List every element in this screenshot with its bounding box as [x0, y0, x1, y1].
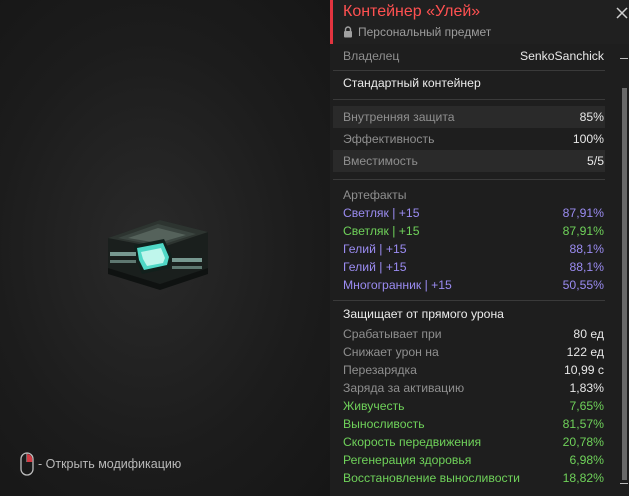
stat-label: Вместимость: [343, 154, 418, 168]
artifact-name: Светляк | +15: [343, 224, 420, 238]
bonus-label: Регенерация здоровья: [343, 453, 472, 467]
scrollbar-thumb[interactable]: [622, 88, 627, 480]
bonus-row: Скорость передвижения 20,78%: [333, 433, 605, 451]
protection-label: Срабатывает при: [343, 327, 442, 341]
artifact-row: Многогранник | +15 50,55%: [333, 276, 605, 294]
artifact-value: 88,1%: [569, 242, 604, 256]
item-title: Контейнер «Улей»: [343, 3, 481, 20]
scrollbar[interactable]: [619, 44, 629, 496]
bonus-value: 6,98%: [569, 453, 604, 467]
protection-row: Заряда за активацию 1,83%: [333, 379, 605, 397]
artifact-row: Гелий | +15 88,1%: [333, 240, 605, 258]
protection-value: 1,83%: [569, 381, 604, 395]
lock-icon: [344, 26, 352, 38]
container-model-icon: [108, 220, 208, 290]
artifact-value: 87,91%: [562, 224, 604, 238]
protection-label: Снижает урон на: [343, 345, 439, 359]
item-details-scroll[interactable]: Владелец SenkoSanchick Стандартный конте…: [333, 44, 605, 496]
rarity-accent-bar: [330, 0, 333, 44]
stat-row: Эффективность 100%: [333, 128, 605, 150]
stat-value: 5/5: [587, 154, 604, 168]
open-modification-hint: - Открыть модификацию: [20, 452, 181, 476]
stat-row: Вместимость 5/5: [333, 150, 605, 172]
protection-label: Перезарядка: [343, 363, 417, 377]
bonus-row: Восстановление выносливости 18,82%: [333, 469, 605, 487]
protection-value: 122 ед: [566, 345, 604, 359]
bonus-row: Выносливость 81,57%: [333, 415, 605, 433]
owner-label: Владелец: [343, 49, 400, 63]
protection-value: 10,99 с: [564, 363, 604, 377]
artifact-row: Светляк | +15 87,91%: [333, 222, 605, 240]
protection-row: Срабатывает при 80 ед: [333, 325, 605, 343]
item-subtitle: Персональный предмет: [343, 25, 491, 39]
item-preview-viewport: - Открыть модификацию: [0, 0, 330, 496]
stat-label: Внутренняя защита: [343, 110, 455, 124]
item-info-panel: Контейнер «Улей» Персональный предмет Вл…: [330, 0, 629, 496]
artifact-value: 88,1%: [569, 260, 604, 274]
protection-row: Перезарядка 10,99 с: [333, 361, 605, 379]
artifact-value: 87,91%: [562, 206, 604, 220]
artifacts-title: Артефакты: [343, 188, 407, 202]
artifact-row: Гелий | +15 88,1%: [333, 258, 605, 276]
bonus-label: Живучесть: [343, 399, 405, 413]
stat-row: Внутренняя защита 85%: [333, 106, 605, 128]
artifact-name: Гелий | +15: [343, 242, 407, 256]
protection-title: Защищает от прямого урона: [343, 307, 504, 321]
bonus-value: 7,65%: [569, 399, 604, 413]
artifact-name: Светляк | +15: [343, 206, 420, 220]
bonus-row: Регенерация здоровья 6,98%: [333, 451, 605, 469]
open-modification-label: - Открыть модификацию: [38, 457, 182, 471]
protection-label: Заряда за активацию: [343, 381, 465, 395]
bonus-row: Живучесть 7,65%: [333, 397, 605, 415]
stat-label: Эффективность: [343, 132, 435, 146]
personal-item-label: Персональный предмет: [358, 25, 492, 39]
bonus-label: Выносливость: [343, 417, 425, 431]
protection-value: 80 ед: [573, 327, 604, 341]
stat-value: 100%: [572, 132, 604, 146]
bonus-label: Скорость передвижения: [343, 435, 482, 449]
protection-row: Снижает урон на 122 ед: [333, 343, 605, 361]
scrollbar-bottom-cap: [620, 483, 628, 484]
bonus-label: Восстановление выносливости: [343, 471, 520, 485]
owner-value: SenkoSanchick: [519, 49, 604, 63]
item-header: Контейнер «Улей» Персональный предмет: [330, 0, 629, 44]
owner-row: Владелец SenkoSanchick: [333, 47, 605, 65]
bonus-value: 20,78%: [562, 435, 604, 449]
artifact-name: Гелий | +15: [343, 260, 407, 274]
container-type-title: Стандартный контейнер: [343, 76, 481, 90]
bonus-value: 18,82%: [562, 471, 604, 485]
artifact-name: Многогранник | +15: [343, 278, 452, 292]
scrollbar-top-cap: [620, 58, 628, 59]
bonus-value: 81,57%: [562, 417, 604, 431]
close-icon[interactable]: [615, 6, 629, 20]
stat-value: 85%: [579, 110, 604, 124]
mouse-icon: [20, 452, 34, 476]
artifact-value: 50,55%: [562, 278, 604, 292]
artifact-row: Светляк | +15 87,91%: [333, 204, 605, 222]
